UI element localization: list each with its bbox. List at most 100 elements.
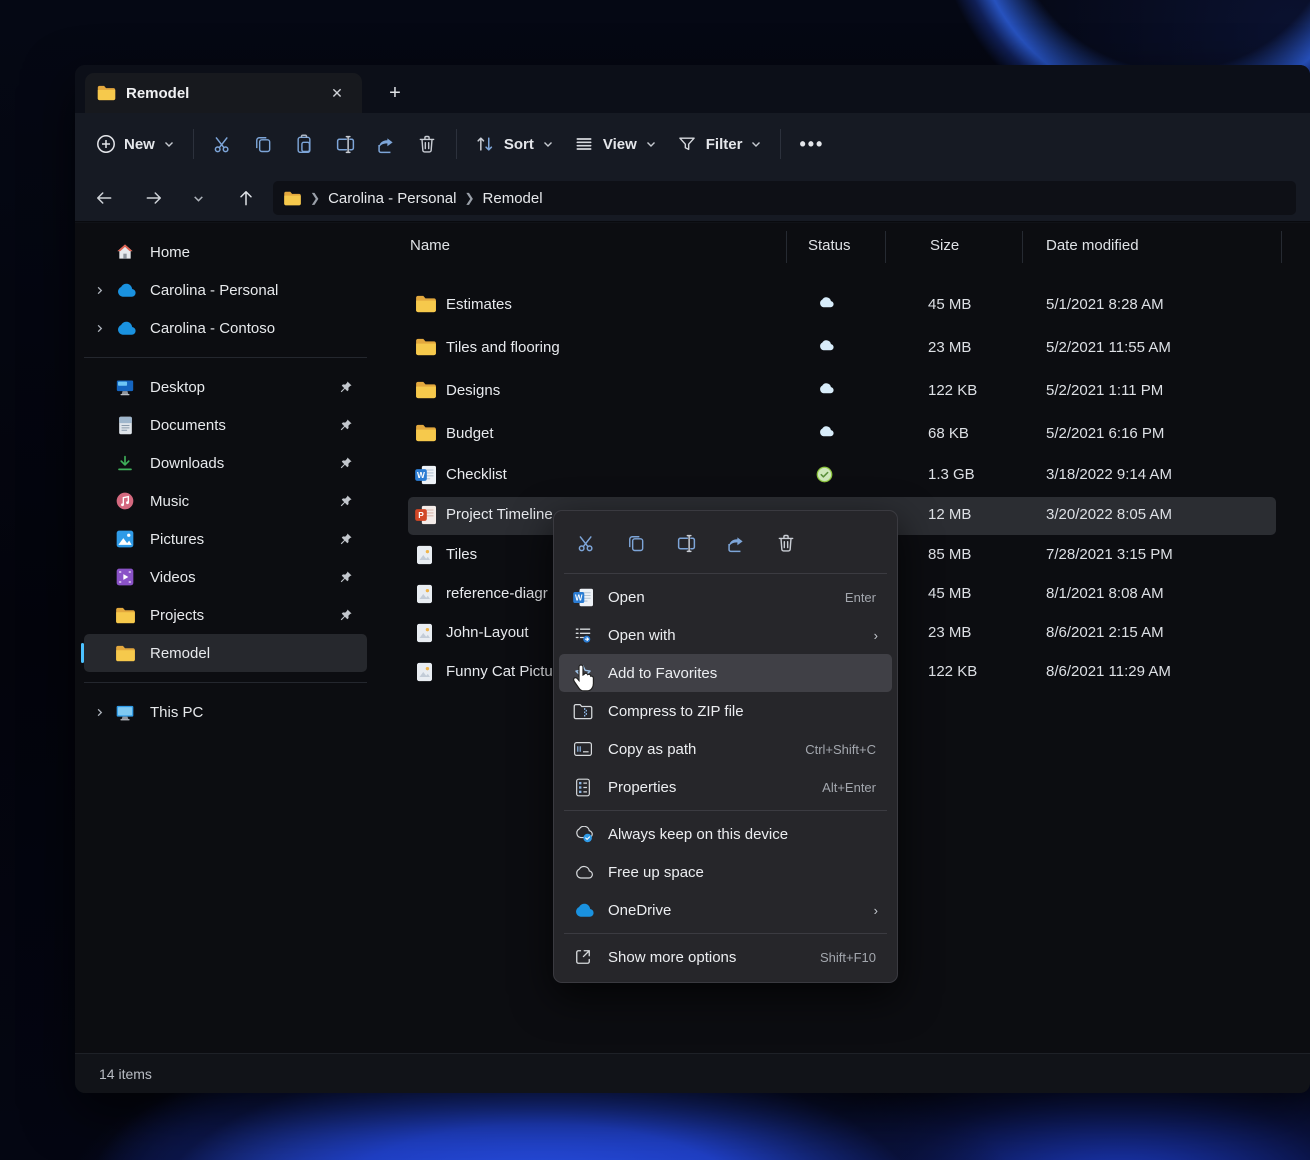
column-header-name[interactable]: Name [410, 237, 450, 254]
synced-check-icon [816, 466, 838, 486]
sidebar-item-label: Home [150, 244, 190, 261]
chevron-down-icon [750, 138, 762, 150]
sidebar-item-carolina-personal[interactable]: Carolina - Personal [84, 271, 367, 309]
sort-icon [475, 134, 496, 155]
breadcrumb-segment[interactable]: Remodel [483, 190, 543, 207]
menu-item-open[interactable]: W Open Enter [559, 578, 892, 616]
folder-icon [415, 295, 437, 317]
menu-item-copy-as-path[interactable]: Copy as path Ctrl+Shift+C [559, 730, 892, 768]
forward-button[interactable] [137, 181, 171, 215]
column-header-status[interactable]: Status [808, 237, 851, 254]
file-size: 1.3 GB [928, 466, 975, 483]
sidebar-item-home[interactable]: Home [84, 233, 367, 271]
file-date: 8/6/2021 2:15 AM [1046, 624, 1164, 641]
column-divider[interactable] [1022, 231, 1023, 263]
column-header-date[interactable]: Date modified [1046, 237, 1139, 254]
videos-icon [114, 566, 136, 588]
folder-icon [283, 191, 302, 206]
delete-icon[interactable] [770, 527, 802, 559]
file-size: 45 MB [928, 296, 971, 313]
file-date: 5/2/2021 6:16 PM [1046, 425, 1164, 442]
sidebar-item-desktop[interactable]: Desktop [84, 368, 367, 406]
chevron-right-icon[interactable] [84, 323, 114, 334]
view-button[interactable]: View [564, 126, 667, 163]
sidebar-item-remodel[interactable]: Remodel [84, 634, 367, 672]
sidebar-item-carolina-contoso[interactable]: Carolina - Contoso [84, 309, 367, 347]
folder-icon [97, 85, 116, 101]
copy-icon[interactable] [620, 527, 652, 559]
paste-button[interactable] [284, 126, 325, 163]
pictures-icon [114, 528, 136, 550]
breadcrumb-chevron-icon: ❯ [310, 191, 320, 205]
cloud-status-icon [816, 425, 838, 445]
file-row-designs[interactable]: Designs 122 KB 5/2/2021 1:11 PM [408, 373, 1276, 411]
menu-item-label: Properties [608, 779, 822, 796]
menu-item-onedrive[interactable]: OneDrive › [559, 891, 892, 929]
share-icon[interactable] [720, 527, 752, 559]
cut-button[interactable] [202, 126, 243, 163]
tab-close-icon[interactable]: ✕ [324, 80, 350, 106]
file-name: Tiles [446, 546, 477, 563]
toolbar: New Sort [75, 113, 1310, 175]
tab-remodel[interactable]: Remodel ✕ [85, 73, 362, 113]
menu-item-add-to-favorites[interactable]: Add to Favorites [559, 654, 892, 692]
menu-item-compress-to-zip[interactable]: Compress to ZIP file [559, 692, 892, 730]
toolbar-divider [456, 129, 457, 159]
back-button[interactable] [87, 181, 121, 215]
cut-icon[interactable] [570, 527, 602, 559]
file-row-budget[interactable]: Budget 68 KB 5/2/2021 6:16 PM [408, 416, 1276, 454]
breadcrumb-segment[interactable]: Carolina - Personal [328, 190, 456, 207]
copy-path-icon [572, 738, 594, 760]
column-header-size[interactable]: Size [930, 237, 959, 254]
mouse-cursor [570, 663, 596, 693]
menu-item-open-with[interactable]: Open with › [559, 616, 892, 654]
column-divider[interactable] [786, 231, 787, 263]
image-file-icon [415, 545, 437, 567]
menu-item-label: OneDrive [608, 902, 874, 919]
sidebar-item-label: Pictures [150, 531, 204, 548]
column-divider[interactable] [885, 231, 886, 263]
new-button[interactable]: New [85, 126, 185, 163]
address-bar[interactable]: ❯ Carolina - Personal ❯ Remodel [273, 181, 1296, 215]
powerpoint-file-icon: P [415, 505, 437, 527]
filter-button[interactable]: Filter [667, 126, 773, 163]
file-date: 5/2/2021 11:55 AM [1046, 339, 1171, 356]
menu-item-label: Compress to ZIP file [608, 703, 892, 720]
file-row-checklist[interactable]: W Checklist 1.3 GB 3/18/2022 9:14 AM [408, 457, 1276, 495]
menu-item-free-up-space[interactable]: Free up space [559, 853, 892, 891]
pin-icon [339, 380, 353, 394]
up-button[interactable] [229, 181, 263, 215]
menu-divider [564, 573, 887, 574]
copy-button[interactable] [243, 126, 284, 163]
menu-item-always-keep-on-device[interactable]: Always keep on this device [559, 815, 892, 853]
new-tab-button[interactable]: + [381, 79, 409, 107]
menu-item-properties[interactable]: Properties Alt+Enter [559, 768, 892, 806]
cloud-status-icon [816, 296, 838, 316]
sidebar-item-projects[interactable]: Projects [84, 596, 367, 634]
column-divider[interactable] [1281, 231, 1282, 263]
share-button[interactable] [366, 126, 407, 163]
downloads-icon [114, 452, 136, 474]
sidebar-item-pictures[interactable]: Pictures [84, 520, 367, 558]
file-row-estimates[interactable]: Estimates 45 MB 5/1/2021 8:28 AM [408, 287, 1276, 325]
sort-button[interactable]: Sort [465, 126, 564, 163]
file-name: reference-diagr [446, 585, 548, 602]
sidebar-item-downloads[interactable]: Downloads [84, 444, 367, 482]
sidebar-item-music[interactable]: Music [84, 482, 367, 520]
rename-icon[interactable] [670, 527, 702, 559]
chevron-right-icon[interactable] [84, 707, 114, 718]
sidebar-item-this-pc[interactable]: This PC [84, 693, 367, 731]
menu-item-show-more-options[interactable]: Show more options Shift+F10 [559, 938, 892, 976]
chevron-right-icon[interactable] [84, 285, 114, 296]
file-row-tiles-and-flooring[interactable]: Tiles and flooring 23 MB 5/2/2021 11:55 … [408, 330, 1276, 368]
cloud-check-icon [572, 823, 594, 845]
sidebar-item-videos[interactable]: Videos [84, 558, 367, 596]
recent-locations-chevron-icon[interactable] [181, 181, 215, 215]
more-options-icon[interactable]: ••• [789, 128, 834, 161]
sidebar-item-documents[interactable]: Documents [84, 406, 367, 444]
submenu-chevron-icon: › [874, 903, 878, 918]
delete-button[interactable] [407, 126, 448, 163]
onedrive-cloud-icon [114, 317, 136, 339]
rename-button[interactable] [325, 126, 366, 163]
desktop-icon [114, 376, 136, 398]
